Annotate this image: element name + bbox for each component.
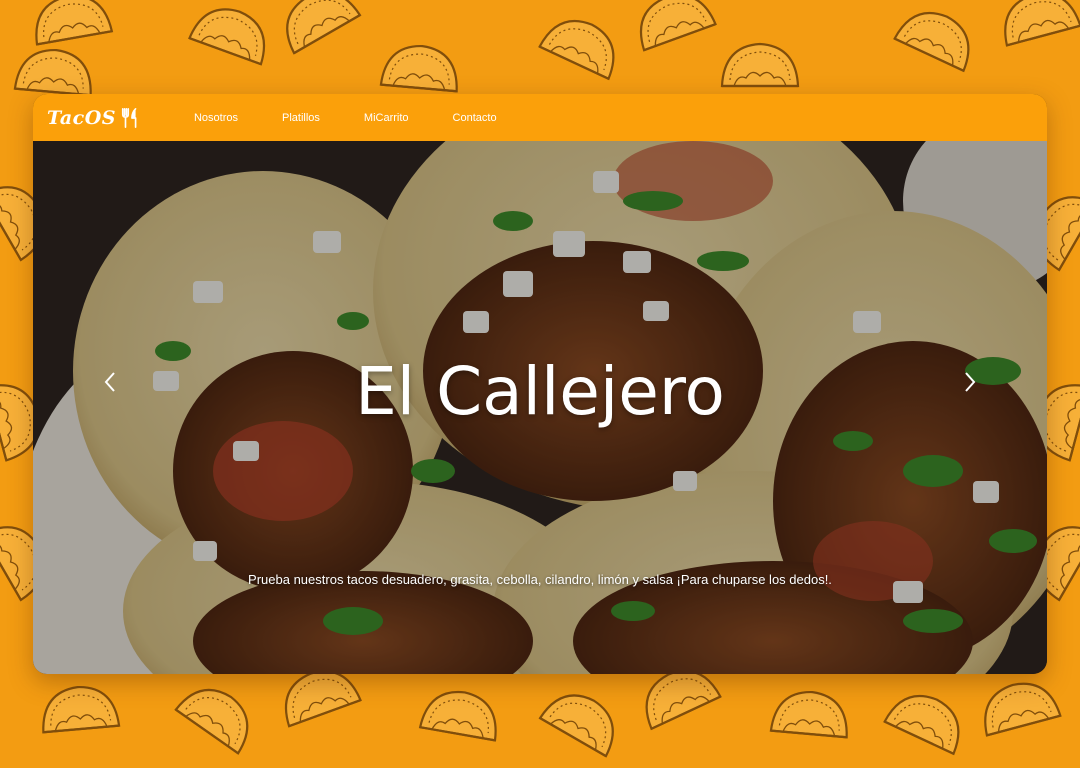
hero-caption: Prueba nuestros tacos desuadero, grasita… — [248, 572, 832, 587]
navbar: TacOS Nosotros Platillos MiCarrito Conta… — [33, 94, 1047, 141]
brand-logo[interactable]: TacOS — [47, 107, 142, 129]
hero-carousel: El Callejero Prueba nuestros tacos desua… — [33, 141, 1047, 674]
hero-title: El Callejero — [355, 353, 725, 430]
nav-links: Nosotros Platillos MiCarrito Contacto — [172, 112, 519, 124]
nav-link-contacto[interactable]: Contacto — [453, 112, 497, 124]
nav-link-micarrito[interactable]: MiCarrito — [364, 112, 409, 124]
brand-name: TacOS — [47, 106, 116, 129]
fork-knife-icon — [121, 107, 137, 128]
nav-link-platillos[interactable]: Platillos — [282, 112, 320, 124]
website-window: TacOS Nosotros Platillos MiCarrito Conta… — [33, 94, 1047, 674]
nav-link-nosotros[interactable]: Nosotros — [194, 112, 238, 124]
